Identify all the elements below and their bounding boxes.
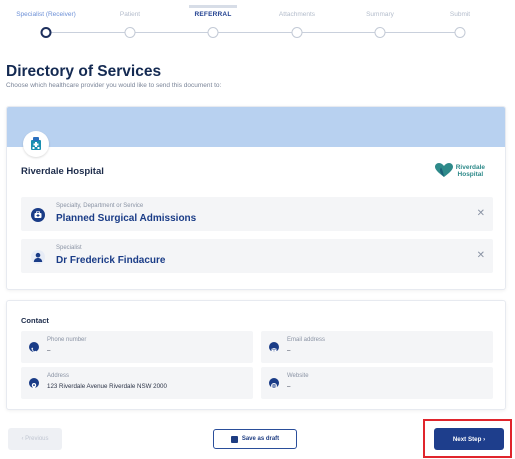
website-value: – xyxy=(287,383,291,390)
hospital-name: Riverdale Hospital xyxy=(21,166,104,177)
phone-cell: Phone number – xyxy=(21,331,253,363)
address-value: 123 Riverdale Avenue Riverdale NSW 2000 xyxy=(47,383,167,390)
globe-icon xyxy=(269,378,279,389)
step-dot-attachments[interactable] xyxy=(291,27,303,38)
specialist-label: Specialist xyxy=(56,245,82,251)
email-label: Email address xyxy=(287,337,326,343)
step-label-attachments: Attachments xyxy=(278,11,316,18)
website-label: Website xyxy=(287,373,309,379)
progress-stepper: Specialist (Receiver) Patient REFERRAL A… xyxy=(0,0,515,42)
save-draft-button[interactable]: Save as draft xyxy=(213,429,297,449)
specialty-value: Planned Surgical Admissions xyxy=(56,213,197,224)
phone-value: – xyxy=(47,347,51,354)
doctor-avatar-icon xyxy=(31,250,45,264)
step-dot-submit[interactable] xyxy=(454,27,466,38)
address-label: Address xyxy=(47,373,70,379)
email-icon xyxy=(269,342,279,352)
email-cell: Email address – xyxy=(261,331,493,363)
specialist-value: Dr Frederick Findacure xyxy=(56,255,166,266)
previous-button[interactable]: ‹ Previous xyxy=(8,428,62,450)
logo-text-line2: Hospital xyxy=(457,170,484,178)
phone-label: Phone number xyxy=(47,337,87,343)
current-step-indicator xyxy=(189,5,237,8)
save-icon xyxy=(230,435,238,443)
page-subtitle: Choose which healthcare provider you wou… xyxy=(6,82,222,89)
clear-specialist-close-icon[interactable]: ✕ xyxy=(477,250,485,261)
provider-banner xyxy=(7,107,505,147)
step-dot-patient[interactable] xyxy=(124,27,136,38)
location-pin-icon xyxy=(29,378,39,389)
stepper-track xyxy=(46,32,460,33)
contact-card: Contact Phone number – Email address – A… xyxy=(6,300,506,410)
step-label-patient: Patient xyxy=(119,11,141,18)
logo-text-line1: Riverdale xyxy=(455,163,485,171)
website-cell: Website – xyxy=(261,367,493,399)
provider-card: Riverdale Hospital Riverdale Hospital Sp… xyxy=(6,106,506,290)
medical-bag-icon xyxy=(31,208,45,222)
step-label-submit: Submit xyxy=(449,11,471,18)
step-dot-specialist[interactable] xyxy=(40,27,52,38)
step-dot-referral[interactable] xyxy=(207,27,219,38)
save-draft-label: Save as draft xyxy=(241,436,280,442)
specialty-label: Specialty, Department or Service xyxy=(56,203,144,209)
step-label-referral: REFERRAL xyxy=(194,11,232,18)
page-title: Directory of Services xyxy=(6,63,162,80)
step-label-specialist: Specialist (Receiver) xyxy=(16,11,76,18)
next-step-button[interactable]: Next Step › xyxy=(434,428,504,450)
contact-title: Contact xyxy=(21,316,49,325)
email-value: – xyxy=(287,347,291,354)
step-label-summary: Summary xyxy=(366,11,394,18)
address-cell: Address 123 Riverdale Avenue Riverdale N… xyxy=(21,367,253,399)
specialist-field[interactable]: Specialist Dr Frederick Findacure ✕ xyxy=(21,239,493,273)
phone-icon xyxy=(29,342,39,353)
hospital-icon xyxy=(23,131,49,157)
hospital-logo: Riverdale Hospital xyxy=(434,163,485,178)
step-dot-summary[interactable] xyxy=(374,27,386,38)
specialty-field[interactable]: Specialty, Department or Service Planned… xyxy=(21,197,493,231)
clear-specialty-close-icon[interactable]: ✕ xyxy=(477,208,485,219)
heart-logo-icon xyxy=(434,163,453,177)
